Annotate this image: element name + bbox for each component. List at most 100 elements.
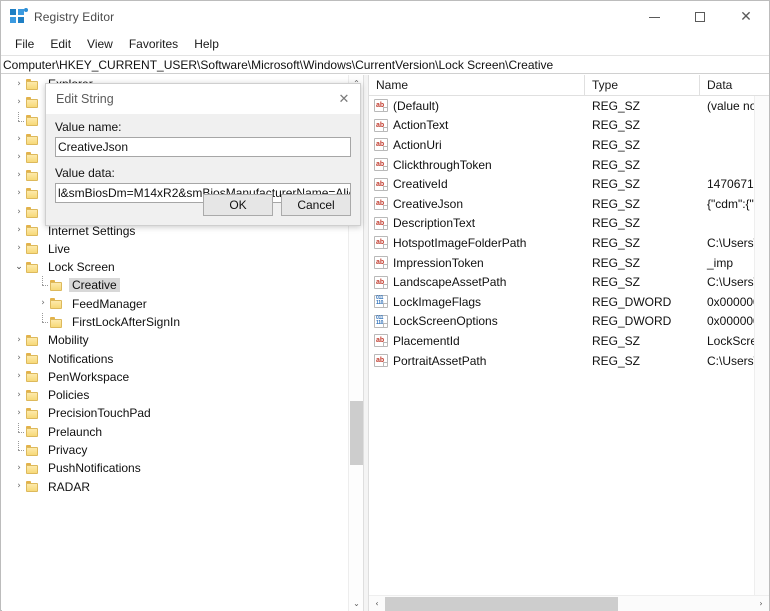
- table-row[interactable]: LockImageFlagsREG_DWORD0x0000000: [369, 292, 769, 312]
- minimize-button[interactable]: [631, 1, 677, 33]
- table-row[interactable]: PortraitAssetPathREG_SZC:\Users\M: [369, 351, 769, 371]
- tree-item[interactable]: › PenWorkspace: [2, 368, 349, 386]
- chevron-right-icon[interactable]: ›: [12, 335, 26, 345]
- cell-name: LockScreenOptions: [369, 314, 585, 328]
- value-name-input[interactable]: CreativeJson: [55, 137, 351, 157]
- list-horizontal-scrollbar[interactable]: ‹ ›: [369, 595, 769, 611]
- table-row[interactable]: CreativeJsonREG_SZ{"cdm":{"cre: [369, 194, 769, 214]
- cell-type: REG_SZ: [592, 137, 641, 152]
- folder-icon: [26, 389, 39, 401]
- window-controls: ✕: [631, 1, 769, 33]
- chevron-right-icon[interactable]: ›: [12, 171, 26, 180]
- tree-item[interactable]: › FeedManager: [2, 295, 349, 313]
- cell-name: CreativeJson: [369, 197, 585, 211]
- folder-icon: [26, 444, 39, 456]
- value-name-text: ActionText: [393, 118, 449, 133]
- cell-name: (Default): [369, 99, 585, 113]
- string-value-icon: [374, 138, 388, 152]
- string-value-icon: [374, 99, 388, 113]
- cell-type: REG_SZ: [592, 216, 641, 231]
- cell-name: LockImageFlags: [369, 295, 585, 309]
- maximize-button[interactable]: [677, 1, 723, 33]
- table-row[interactable]: LandscapeAssetPathREG_SZC:\Users\M: [369, 272, 769, 292]
- chevron-right-icon[interactable]: ›: [12, 152, 26, 162]
- tree-item[interactable]: Creative: [2, 276, 349, 294]
- table-row[interactable]: DescriptionText REG_SZ: [369, 214, 769, 234]
- tree-item[interactable]: › RADAR: [2, 478, 349, 496]
- tree-item[interactable]: › PushNotifications: [2, 459, 349, 477]
- folder-icon: [50, 316, 63, 328]
- menu-bar: File Edit View Favorites Help: [1, 33, 769, 55]
- tree-item[interactable]: ⌄ Lock Screen: [2, 258, 349, 276]
- tree-item[interactable]: › PrecisionTouchPad: [2, 404, 349, 422]
- address-bar[interactable]: Computer\HKEY_CURRENT_USER\Software\Micr…: [1, 55, 769, 74]
- cell-name: PortraitAssetPath: [369, 354, 585, 368]
- chevron-right-icon[interactable]: ›: [12, 390, 26, 400]
- dialog-title: Edit String: [56, 92, 114, 106]
- table-row[interactable]: PlacementIdREG_SZLockScreen: [369, 331, 769, 351]
- cell-type: REG_SZ: [592, 275, 641, 290]
- table-row[interactable]: ActionUri REG_SZ: [369, 135, 769, 155]
- tree-item[interactable]: › Live: [2, 240, 349, 258]
- tree-item[interactable]: Privacy: [2, 441, 349, 459]
- cell-type: REG_SZ: [592, 157, 641, 172]
- list-vertical-scrollbar[interactable]: [754, 96, 769, 595]
- list-scroll-thumb[interactable]: [385, 596, 618, 611]
- menu-item-edit[interactable]: Edit: [42, 35, 79, 53]
- list-scroll-left-arrow[interactable]: ‹: [369, 596, 385, 611]
- table-row[interactable]: ActionText REG_SZ: [369, 116, 769, 136]
- value-name-text: PlacementId: [393, 333, 460, 348]
- chevron-down-icon[interactable]: ⌄: [12, 262, 26, 272]
- table-row[interactable]: HotspotImageFolderPathREG_SZC:\Users\M: [369, 233, 769, 253]
- table-row[interactable]: ImpressionTokenREG_SZ_imp: [369, 253, 769, 273]
- table-row[interactable]: (Default)REG_SZ(value not s: [369, 96, 769, 116]
- list-header: Name Type Data: [369, 75, 769, 96]
- folder-icon: [26, 462, 39, 474]
- tree-item[interactable]: Prelaunch: [2, 422, 349, 441]
- tree-item-label: Live: [48, 241, 71, 256]
- menu-item-favorites[interactable]: Favorites: [121, 35, 186, 53]
- chevron-right-icon[interactable]: ›: [12, 463, 26, 473]
- chevron-right-icon[interactable]: ›: [12, 207, 26, 217]
- close-button[interactable]: ✕: [723, 1, 769, 33]
- column-header-type[interactable]: Type: [585, 75, 700, 96]
- column-header-name[interactable]: Name: [369, 75, 585, 96]
- tree-item[interactable]: › Mobility: [2, 331, 349, 349]
- tree-item[interactable]: FirstLockAfterSignIn: [2, 313, 349, 331]
- table-row[interactable]: LockScreenOptionsREG_DWORD0x0000000: [369, 312, 769, 332]
- chevron-right-icon[interactable]: ›: [36, 299, 50, 308]
- chevron-right-icon[interactable]: ›: [12, 79, 26, 89]
- value-name-text: ClickthroughToken: [393, 157, 492, 172]
- menu-item-file[interactable]: File: [7, 35, 42, 53]
- dialog-close-icon[interactable]: ✕: [328, 84, 360, 114]
- folder-icon: [26, 225, 39, 237]
- tree-scroll-down-arrow[interactable]: ⌄: [349, 595, 363, 611]
- chevron-right-icon[interactable]: ›: [12, 244, 26, 253]
- column-header-data[interactable]: Data: [700, 75, 769, 96]
- cancel-button[interactable]: Cancel: [281, 194, 351, 216]
- string-value-icon: [374, 236, 388, 250]
- tree-item[interactable]: › Policies: [2, 386, 349, 404]
- tree-scroll-thumb[interactable]: [350, 401, 363, 465]
- chevron-right-icon[interactable]: ›: [12, 97, 26, 107]
- string-value-icon: [374, 197, 388, 211]
- chevron-right-icon[interactable]: ›: [12, 134, 26, 144]
- ok-button[interactable]: OK: [203, 194, 273, 216]
- chevron-right-icon[interactable]: ›: [12, 372, 26, 381]
- chevron-right-icon[interactable]: ›: [12, 226, 26, 235]
- chevron-right-icon[interactable]: ›: [12, 354, 26, 363]
- chevron-right-icon[interactable]: ›: [12, 482, 26, 491]
- value-name-text: CreativeId: [393, 177, 448, 192]
- table-row[interactable]: CreativeIdREG_SZ147067148: [369, 174, 769, 194]
- folder-icon: [26, 170, 39, 182]
- tree-item[interactable]: › Notifications: [2, 349, 349, 367]
- folder-icon: [26, 481, 39, 493]
- list-scroll-right-arrow[interactable]: ›: [753, 596, 769, 611]
- list-scroll-track[interactable]: [618, 596, 753, 611]
- folder-icon: [50, 298, 63, 310]
- chevron-right-icon[interactable]: ›: [12, 189, 26, 198]
- menu-item-view[interactable]: View: [79, 35, 121, 53]
- table-row[interactable]: ClickthroughToken REG_SZ: [369, 155, 769, 175]
- menu-item-help[interactable]: Help: [186, 35, 227, 53]
- chevron-right-icon[interactable]: ›: [12, 408, 26, 418]
